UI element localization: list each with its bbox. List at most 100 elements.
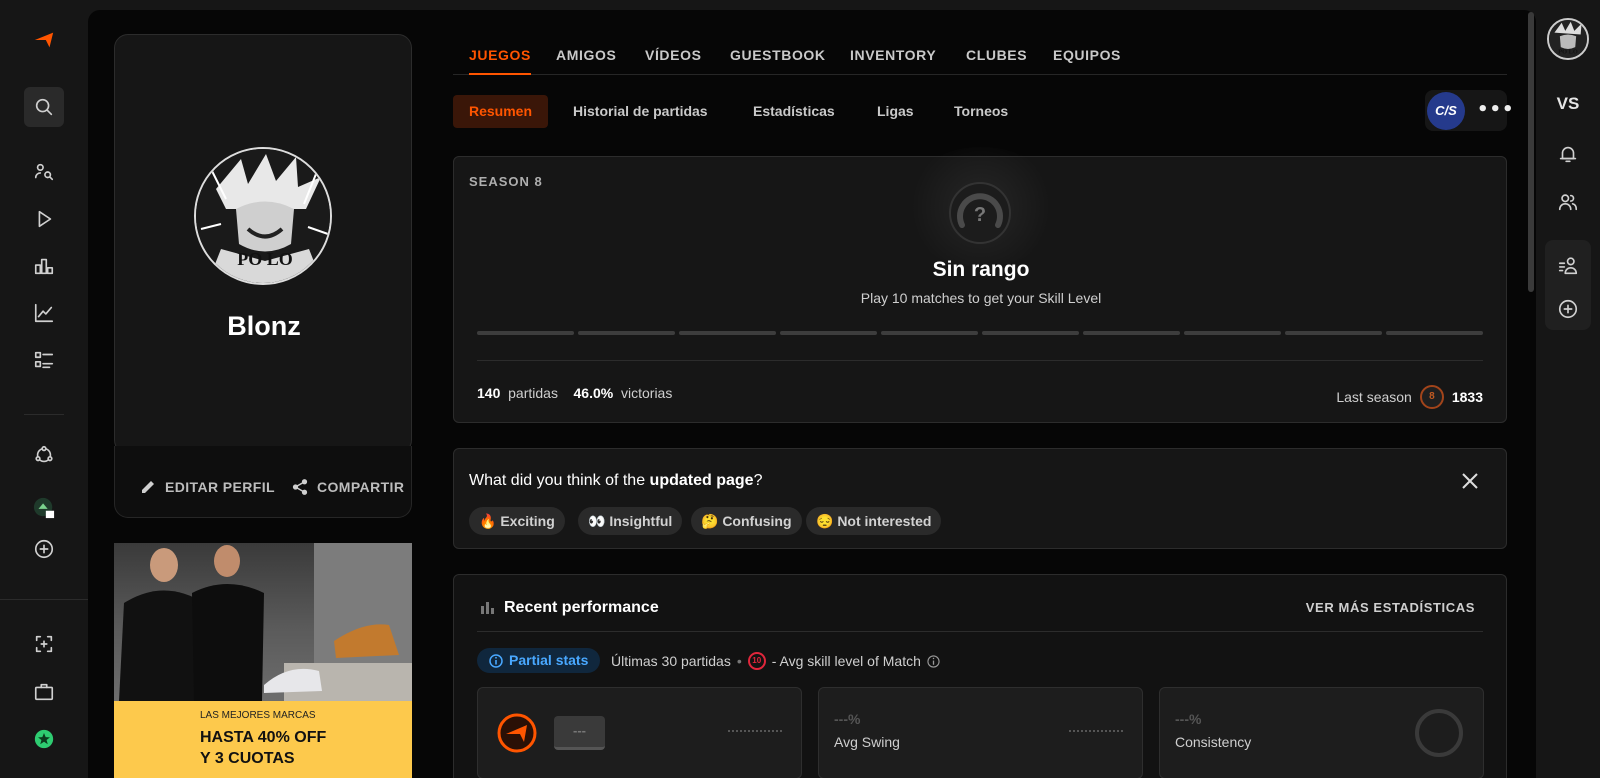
find-players-icon[interactable]	[24, 152, 64, 192]
premium-star-icon[interactable]	[24, 719, 64, 759]
recent-performance-card: Recent performance VER MÁS ESTADÍSTICAS …	[453, 574, 1507, 778]
game-selector[interactable]: C/S •••	[1425, 90, 1514, 131]
ad-small-text: LAS MEJORES MARCAS	[200, 710, 316, 721]
winrate-label: victorias	[621, 385, 673, 401]
consistency-value: ---%	[1175, 711, 1202, 727]
tab-inventory[interactable]: INVENTORY	[850, 47, 936, 63]
ad-photo	[114, 543, 412, 701]
meta-matches: Últimas 30 partidas	[611, 653, 731, 669]
info-icon	[489, 653, 503, 668]
progress-segment	[1386, 331, 1483, 335]
tasks-icon[interactable]	[24, 340, 64, 380]
tab-amigos[interactable]: AMIGOS	[556, 47, 616, 63]
last-season-label: Last season	[1336, 389, 1412, 405]
bar-chart-icon	[481, 602, 494, 614]
matches-label: partidas	[508, 385, 558, 401]
last-season-elo: 1833	[1451, 389, 1483, 405]
club-avatar-icon[interactable]	[24, 488, 64, 528]
subtab-torneos[interactable]: Torneos	[938, 95, 1024, 128]
skill-level-10-icon: 10	[747, 652, 766, 670]
tab-videos[interactable]: VÍDEOS	[645, 47, 702, 63]
progress-segment	[780, 331, 877, 335]
profile-card: PO LO Blonz	[114, 34, 412, 454]
share-button[interactable]: COMPARTIR	[291, 478, 404, 496]
consistency-label: Consistency	[1175, 734, 1252, 750]
user-avatar-image-icon: PO LO	[1549, 20, 1587, 58]
meta-avg: - Avg skill level of Match	[771, 653, 921, 669]
add-party-icon[interactable]	[1548, 289, 1588, 329]
add-circle-icon[interactable]	[24, 529, 64, 569]
progress-segment	[578, 331, 675, 335]
performance-meta: Últimas 30 partidas • 10 - Avg skill lev…	[611, 652, 940, 670]
advertisement-banner[interactable]: LAS MEJORES MARCAS HASTA 40% OFF Y 3 CUO…	[114, 543, 412, 778]
tab-clubes[interactable]: CLUBES	[966, 47, 1027, 63]
more-options-icon[interactable]: •••	[1477, 99, 1515, 120]
versus-button[interactable]: VS	[1536, 94, 1600, 114]
avg-swing-value: ---%	[834, 711, 861, 727]
hubs-icon[interactable]	[24, 435, 64, 475]
feedback-card: What did you think of the updated page? …	[453, 448, 1507, 549]
tab-guestbook[interactable]: GUESTBOOK	[730, 47, 826, 63]
progress-segment	[1184, 331, 1281, 335]
performance-title: Recent performance	[504, 599, 659, 616]
chip-confusing[interactable]: 🤔 Confusing	[691, 507, 802, 535]
screenshot-icon[interactable]	[24, 624, 64, 664]
faceit-level-icon	[497, 713, 537, 753]
rank-subtitle: Play 10 matches to get your Skill Level	[860, 290, 1102, 306]
dotted-line	[728, 730, 782, 732]
briefcase-icon[interactable]	[24, 672, 64, 712]
feedback-question: What did you think of the updated page?	[469, 472, 762, 490]
play-icon[interactable]	[24, 199, 64, 239]
profile-avatar[interactable]: PO LO	[194, 147, 332, 285]
chip-exciting[interactable]: 🔥 Exciting	[469, 507, 565, 535]
subtab-historial[interactable]: Historial de partidas	[557, 95, 724, 128]
unranked-icon: ?	[949, 182, 1011, 244]
avatar-text: PO LO	[237, 249, 293, 269]
profile-actions: EDITAR PERFIL COMPARTIR	[114, 446, 412, 518]
tab-juegos[interactable]: JUEGOS	[469, 47, 531, 75]
winrate-value: 46.0%	[573, 385, 614, 401]
skill-level-badge-icon: 8	[1419, 385, 1444, 409]
friends-icon[interactable]	[1548, 182, 1588, 222]
matches-count: 140	[477, 385, 501, 401]
leaderboard-icon[interactable]	[24, 246, 64, 286]
season-stats: 140 partidas 46.0% victorias	[477, 385, 672, 401]
cs2-logo-icon[interactable]: C/S	[1427, 92, 1465, 130]
chip-not-interested[interactable]: 😔 Not interested	[806, 507, 942, 535]
rail-bottom-divider	[0, 599, 88, 600]
info-circle-icon[interactable]	[927, 654, 940, 668]
profile-username: Blonz	[227, 311, 301, 341]
search-icon[interactable]	[24, 87, 64, 127]
ad-headline-line2: Y 3 CUOTAS	[200, 750, 295, 767]
partial-stats-badge[interactable]: Partial stats	[477, 648, 601, 673]
user-avatar[interactable]: PO LO	[1547, 18, 1589, 60]
rank-title: Sin rango	[932, 258, 1030, 281]
ring-gauge-icon	[1415, 709, 1463, 757]
subtab-resumen[interactable]: Resumen	[453, 95, 549, 128]
party-icon[interactable]	[1548, 246, 1588, 286]
ad-headline: HASTA 40% OFF Y 3 CUOTAS	[200, 727, 326, 769]
stats-icon[interactable]	[24, 293, 64, 333]
last-season: Last season 8 1833	[1336, 385, 1483, 409]
profile-tabs: JUEGOS AMIGOS VÍDEOS GUESTBOOK INVENTORY…	[453, 34, 1507, 75]
faceit-logo-icon[interactable]	[24, 20, 64, 60]
progress-segment	[679, 331, 776, 335]
bell-icon[interactable]	[1548, 134, 1588, 174]
feedback-question-bold: updated page	[649, 472, 754, 489]
avg-swing-label: Avg Swing	[834, 734, 900, 750]
close-icon[interactable]	[1460, 471, 1480, 491]
subtab-ligas[interactable]: Ligas	[861, 95, 930, 128]
progress-segment	[1083, 331, 1180, 335]
edit-profile-button[interactable]: EDITAR PERFIL	[139, 478, 275, 496]
tab-equipos[interactable]: EQUIPOS	[1053, 47, 1121, 63]
right-rail: PO LO VS	[1536, 0, 1600, 778]
subtab-estadisticas[interactable]: Estadísticas	[737, 95, 851, 128]
chip-insightful[interactable]: 👀 Insightful	[578, 507, 683, 535]
performance-divider	[477, 631, 1483, 632]
left-navigation-rail	[0, 0, 88, 778]
season-divider	[477, 360, 1483, 361]
avatar-artwork-icon: PO LO	[196, 149, 330, 283]
more-stats-link[interactable]: VER MÁS ESTADÍSTICAS	[1306, 600, 1475, 615]
meta-dot: •	[736, 653, 742, 669]
scrollbar[interactable]	[1528, 12, 1534, 292]
